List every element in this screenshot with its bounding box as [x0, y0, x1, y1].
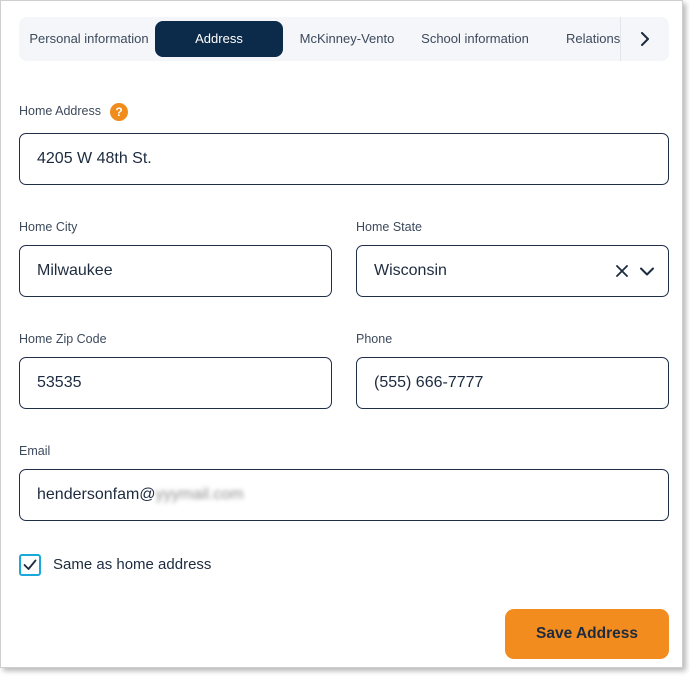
- home-state-value: Wisconsin: [374, 262, 447, 279]
- phone-value: (555) 666-7777: [374, 374, 484, 391]
- home-address-field[interactable]: 4205 W 48th St.: [19, 133, 669, 185]
- x-icon[interactable]: [616, 265, 628, 277]
- home-state-label: Home State: [356, 220, 423, 234]
- email-value: hendersonfam@: [37, 486, 156, 503]
- tab-address[interactable]: Address: [155, 21, 283, 57]
- section-tabs: Personal information Address McKinney-Ve…: [19, 17, 669, 61]
- tab-personal-information[interactable]: Personal information: [23, 21, 155, 57]
- home-address-value: 4205 W 48th St.: [37, 150, 152, 167]
- same-as-home-checkbox[interactable]: [19, 554, 41, 576]
- checkmark-icon: [23, 559, 37, 570]
- question-circle-icon[interactable]: ?: [110, 103, 128, 121]
- email-blurred-domain: yyymail.com: [155, 486, 244, 503]
- home-zip-field[interactable]: 53535: [19, 357, 332, 409]
- tab-mckinney-vento[interactable]: McKinney-Vento: [289, 21, 405, 57]
- home-city-field[interactable]: Milwaukee: [19, 245, 332, 297]
- save-address-button[interactable]: Save Address: [505, 609, 669, 659]
- home-zip-label: Home Zip Code: [19, 332, 107, 346]
- home-city-value: Milwaukee: [37, 262, 113, 279]
- home-city-label: Home City: [19, 220, 78, 234]
- phone-label: Phone: [356, 332, 393, 346]
- chevron-right-icon: [641, 32, 649, 46]
- same-as-home-label[interactable]: Same as home address: [53, 556, 211, 573]
- tabs-next-button[interactable]: [620, 17, 669, 61]
- email-label: Email: [19, 444, 51, 458]
- home-state-select[interactable]: Wisconsin: [356, 245, 669, 297]
- phone-field[interactable]: (555) 666-7777: [356, 357, 669, 409]
- home-address-label: Home Address: [19, 104, 101, 118]
- tab-school-information[interactable]: School information: [411, 21, 539, 57]
- email-field[interactable]: hendersonfam@ yyymail.com: [19, 469, 669, 521]
- address-form-card: Personal information Address McKinney-Ve…: [0, 0, 683, 668]
- chevron-down-icon[interactable]: [640, 267, 654, 276]
- home-zip-value: 53535: [37, 374, 82, 391]
